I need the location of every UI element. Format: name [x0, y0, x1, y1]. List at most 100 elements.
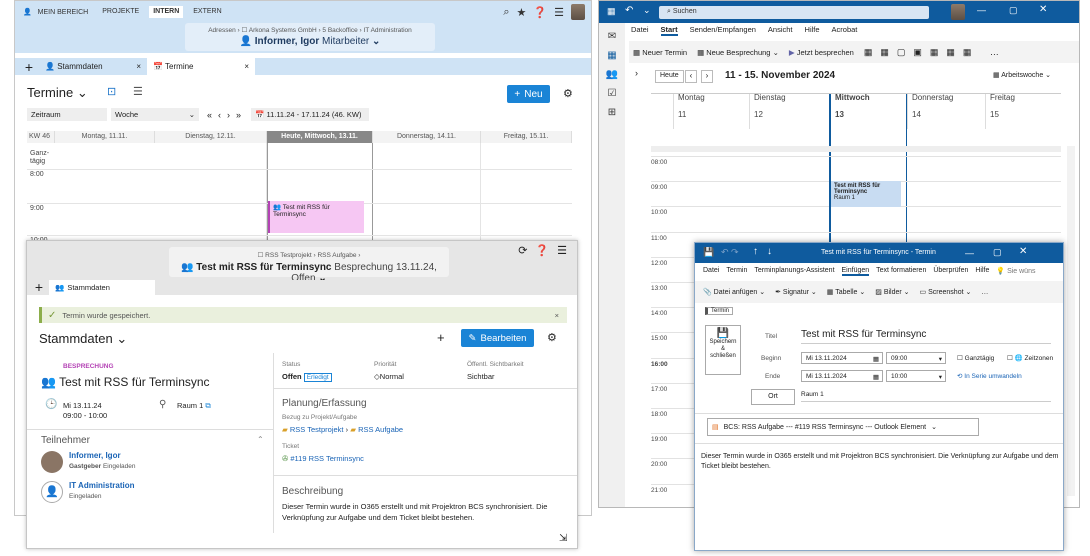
tab-hilfe[interactable]: Hilfe: [975, 267, 989, 276]
close-icon[interactable]: ✕: [1039, 4, 1047, 15]
day-header-today[interactable]: Heute, Mittwoch, 13.11.: [267, 131, 373, 143]
add-tab-button[interactable]: +: [29, 279, 49, 295]
search-icon[interactable]: ⌕: [503, 6, 509, 19]
timezones-button[interactable]: ☐ 🌐 Zeitzonen: [1007, 354, 1053, 362]
end-date-field[interactable]: Mi 13.11.2024 ▦: [801, 370, 883, 382]
avatar[interactable]: [951, 4, 965, 20]
close-icon[interactable]: ×: [136, 62, 141, 71]
new-appointment-button[interactable]: ▦ Neuer Termin: [633, 48, 687, 57]
help-icon[interactable]: ❓: [535, 244, 549, 257]
minimize-icon[interactable]: —: [965, 248, 974, 258]
list-view-icon[interactable]: ☰: [133, 85, 143, 98]
tab-acrobat[interactable]: Acrobat: [832, 25, 858, 36]
maximize-icon[interactable]: ▢: [1009, 5, 1018, 16]
chevron-right-icon[interactable]: ›: [635, 68, 638, 78]
minimize-icon[interactable]: —: [977, 5, 986, 15]
tab-start[interactable]: Start: [660, 25, 678, 36]
plus-icon[interactable]: +: [437, 330, 445, 345]
nav-mein-bereich[interactable]: 👤 MEIN BEREICH: [19, 6, 92, 18]
tell-me-input[interactable]: 💡 Sie wüns: [996, 267, 1035, 276]
bcs-link-dropdown[interactable]: ▤ BCS: RSS Aufgabe --- #119 RSS Terminsyn…: [707, 418, 979, 436]
save-icon[interactable]: 💾: [703, 247, 714, 258]
search-input[interactable]: ⌕ Suchen: [659, 6, 929, 19]
maximize-icon[interactable]: ▢: [993, 247, 1002, 258]
tab-senden[interactable]: Senden/Empfangen: [690, 25, 756, 36]
location-field[interactable]: Raum 1: [801, 391, 1051, 402]
stammdaten-heading[interactable]: Stammdaten ⌄: [39, 331, 127, 347]
title-field[interactable]: Test mit RSS für Terminsync: [801, 329, 1051, 344]
copy-icon[interactable]: ⧉: [205, 401, 210, 410]
allday-checkbox[interactable]: ☐ Ganztägig: [957, 354, 994, 362]
tab-termine[interactable]: 📅 Termine ×: [147, 58, 255, 75]
tab-text-formatieren[interactable]: Text formatieren: [876, 267, 926, 276]
body-text[interactable]: Dieser Termin wurde in O365 erstellt und…: [701, 452, 1059, 472]
calendar-icon[interactable]: ▦: [607, 6, 616, 17]
menu-icon[interactable]: ☰: [554, 6, 564, 19]
calendar-event[interactable]: Test mit RSS für Terminsync Raum 1: [829, 181, 901, 207]
breadcrumb-path[interactable]: Adressen › ☐ Arkona Systems GmbH › 5 Bac…: [185, 23, 435, 34]
range-select[interactable]: Zeitraum: [27, 108, 107, 121]
nav-intern[interactable]: INTERN: [149, 6, 184, 18]
nav-projekte[interactable]: PROJEKTE: [100, 6, 141, 18]
tab-termin[interactable]: Termin: [726, 267, 747, 276]
undo-icon[interactable]: ↶: [625, 5, 633, 16]
close-icon[interactable]: ×: [555, 311, 559, 320]
tab-stammdaten[interactable]: 👤 Stammdaten ×: [39, 58, 147, 75]
status-badge[interactable]: Erledigt: [303, 373, 332, 382]
convert-series-button[interactable]: ⟲ In Serie umwandeln: [957, 372, 1022, 380]
people-icon[interactable]: 👥: [599, 69, 625, 80]
close-icon[interactable]: ✕: [1019, 246, 1027, 257]
new-button[interactable]: + Neu: [507, 85, 550, 103]
more-icon[interactable]: …: [981, 289, 988, 296]
screenshot-button[interactable]: ▭ Screenshot ⌄: [920, 288, 972, 296]
view-select[interactable]: Woche ⌄: [111, 108, 199, 121]
view-select[interactable]: ▦ Arbeitswoche ⌄: [993, 71, 1051, 79]
scrollbar[interactable]: [1067, 146, 1075, 496]
pictures-button[interactable]: ▨ Bilder ⌄: [875, 288, 909, 296]
refresh-icon[interactable]: ⟳: [518, 244, 527, 257]
week-navigation-arrows[interactable]: «‹›»: [207, 110, 247, 120]
today-button[interactable]: Heute: [655, 70, 684, 83]
end-time-field[interactable]: 10:00 ▾: [886, 370, 946, 382]
meet-now-button[interactable]: ▶ Jetzt besprechen: [789, 48, 854, 57]
exit-icon[interactable]: ⇲: [559, 533, 567, 544]
attach-file-button[interactable]: 📎 Datei anfügen ⌄: [703, 288, 765, 296]
date-range-field[interactable]: 📅 11.11.24 - 17.11.24 (46. KW): [251, 108, 370, 121]
day-header[interactable]: Dienstag 12: [749, 93, 829, 129]
day-header[interactable]: Freitag 15: [985, 93, 1061, 129]
tab-datei[interactable]: Datei: [703, 267, 719, 276]
breadcrumb-path[interactable]: ☐ RSS Testprojekt › RSS Aufgabe ›: [169, 247, 449, 259]
apps-icon[interactable]: ⊞: [599, 107, 625, 118]
location-button[interactable]: Ort: [751, 389, 795, 405]
save-close-button[interactable]: 💾 Speichern & schließen: [705, 325, 741, 375]
view-buttons[interactable]: ▦▦▢▣▦▦▦ …: [864, 47, 1007, 58]
tab-einfuegen[interactable]: Einfügen: [841, 267, 870, 276]
signature-button[interactable]: ✒ Signatur ⌄: [775, 288, 817, 296]
filter-settings-icon[interactable]: ⚙: [563, 87, 573, 100]
add-tab-button[interactable]: +: [19, 59, 39, 75]
mail-icon[interactable]: ✉: [599, 31, 625, 42]
termine-heading[interactable]: Termine ⌄: [27, 85, 88, 101]
help-icon[interactable]: ❓: [533, 6, 547, 19]
arrow-down-icon[interactable]: ↓: [767, 246, 772, 257]
chevron-up-icon[interactable]: ⌃: [257, 435, 264, 444]
edit-button[interactable]: ✎ Bearbeiten: [461, 329, 534, 347]
prev-week-button[interactable]: ‹: [685, 70, 697, 83]
day-header[interactable]: Dienstag, 12.11.: [155, 131, 267, 143]
tab-stammdaten[interactable]: 👥 Stammdaten: [49, 280, 155, 295]
chevron-down-icon[interactable]: ⌄: [643, 5, 651, 16]
arrow-up-icon[interactable]: ↑: [753, 246, 758, 257]
table-button[interactable]: ▦ Tabelle ⌄: [827, 288, 865, 296]
star-icon[interactable]: ★: [517, 6, 527, 19]
settings-icon[interactable]: ⚙: [547, 331, 557, 344]
nav-extern[interactable]: EXTERN: [191, 6, 223, 18]
begin-time-field[interactable]: 09:00 ▾: [886, 352, 946, 364]
page-title[interactable]: 👤 Informer, Igor Mitarbeiter ⌄: [185, 34, 435, 47]
tab-terminplanung[interactable]: Terminplanungs-Assistent: [754, 267, 834, 276]
day-header[interactable]: Montag 11: [673, 93, 749, 129]
calendar-view-icon[interactable]: ⊡: [107, 85, 116, 98]
undo-icon[interactable]: ↶ ↷: [721, 247, 739, 258]
avatar[interactable]: [571, 4, 585, 20]
calendar-icon[interactable]: ▦: [599, 50, 625, 61]
tab-datei[interactable]: Datei: [631, 25, 649, 36]
